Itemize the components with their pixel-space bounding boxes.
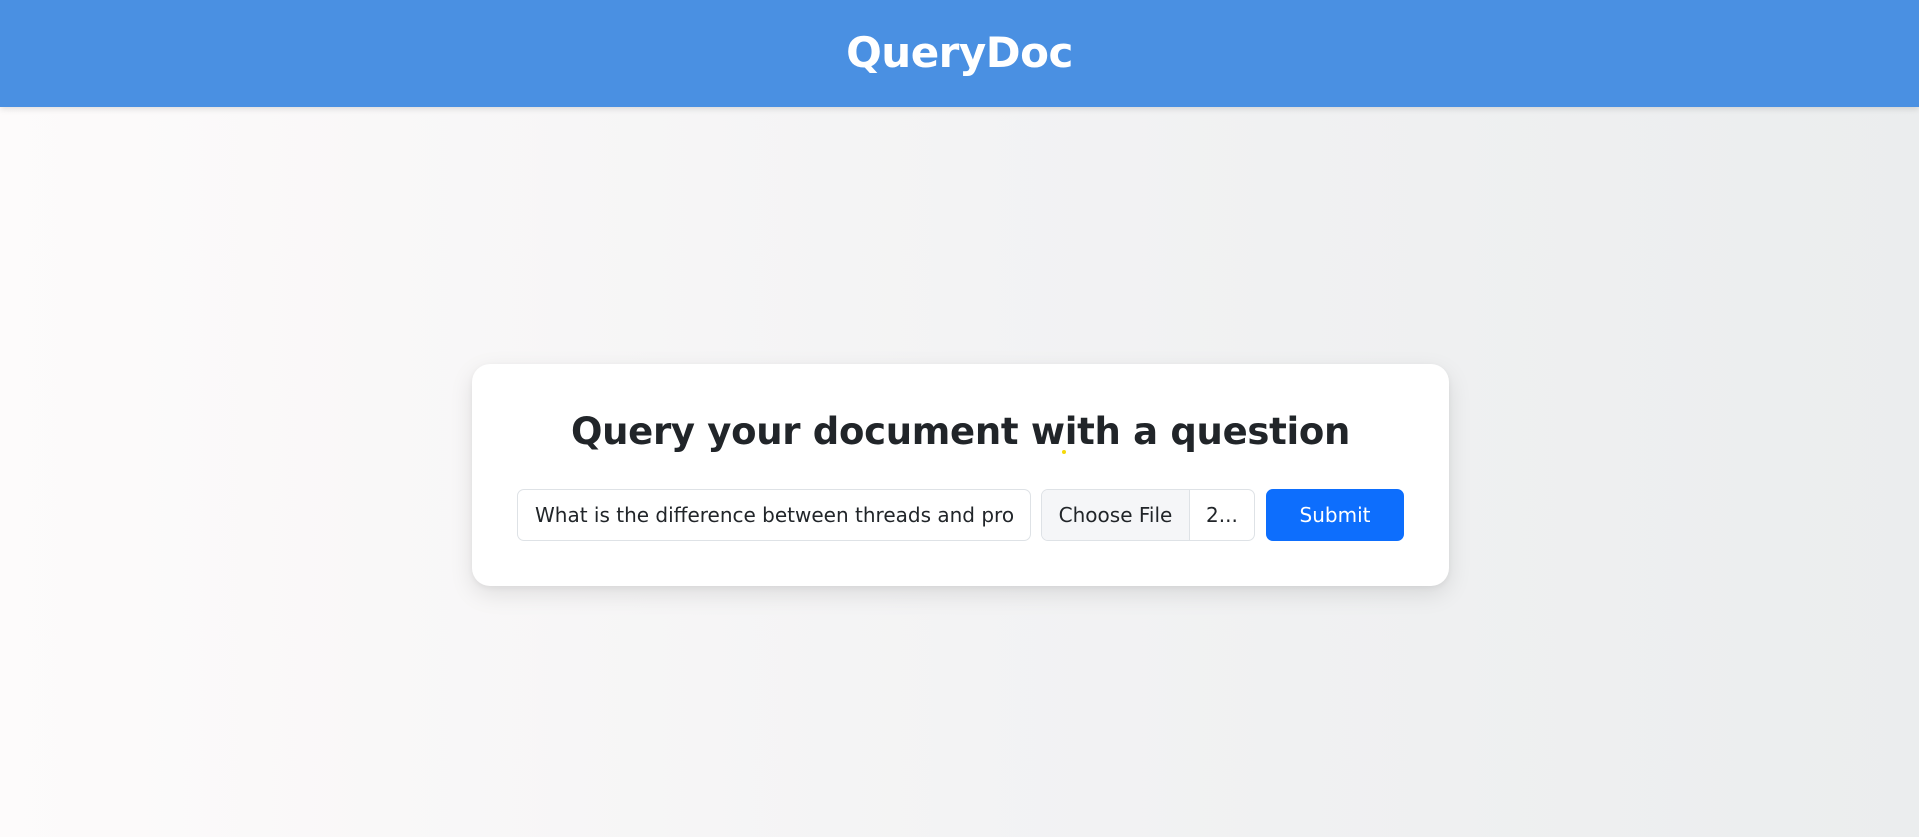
- card-heading: Query your document with a question: [570, 410, 1351, 453]
- app-title: QueryDoc: [846, 28, 1073, 77]
- mouse-cursor-indicator: [1062, 450, 1066, 454]
- file-input[interactable]: Choose File 2...: [1041, 489, 1255, 541]
- question-input[interactable]: [517, 489, 1031, 541]
- query-card: Query your document with a question Choo…: [472, 364, 1449, 586]
- choose-file-button[interactable]: Choose File: [1042, 490, 1190, 540]
- submit-button[interactable]: Submit: [1266, 489, 1404, 541]
- app-header: QueryDoc: [0, 0, 1919, 107]
- selected-file-name: 2...: [1206, 503, 1238, 527]
